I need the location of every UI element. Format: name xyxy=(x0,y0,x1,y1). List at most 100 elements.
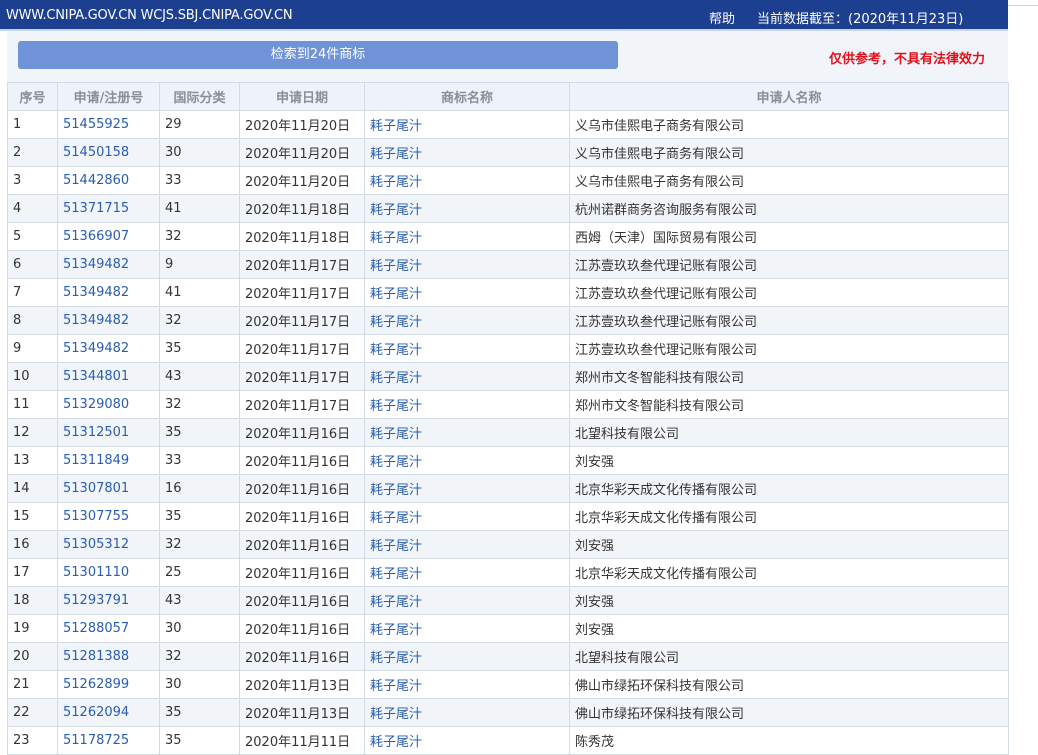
cell-reg-no-link[interactable]: 51305312 xyxy=(57,530,160,559)
cell-reg-no-link[interactable]: 51349482 xyxy=(57,250,160,279)
cell-class: 35 xyxy=(159,698,240,727)
cell-trademark-link[interactable]: 耗子尾汁 xyxy=(364,726,570,755)
cell-reg-no-link[interactable]: 51349482 xyxy=(57,334,160,363)
cell-applicant: 刘安强 xyxy=(569,446,1009,475)
cell-date: 2020年11月16日 xyxy=(239,418,365,447)
cell-applicant: 刘安强 xyxy=(569,530,1009,559)
cell-reg-no-link[interactable]: 51293791 xyxy=(57,586,160,615)
cell-trademark-link[interactable]: 耗子尾汁 xyxy=(364,250,570,279)
cell-trademark-link[interactable]: 耗子尾汁 xyxy=(364,586,570,615)
cell-reg-no-link[interactable]: 51344801 xyxy=(57,362,160,391)
cell-reg-no-link[interactable]: 51442860 xyxy=(57,166,160,195)
cell-date: 2020年11月16日 xyxy=(239,474,365,503)
table-row: 7 51349482 41 2020年11月17日 耗子尾汁 江苏壹玖玖叁代理记账有限公司 xyxy=(7,278,1009,307)
cell-applicant: 杭州诺群商务咨询服务有限公司 xyxy=(569,194,1009,223)
cell-trademark-link[interactable]: 耗子尾汁 xyxy=(364,614,570,643)
cell-reg-no-link[interactable]: 51262094 xyxy=(57,698,160,727)
cell-reg-no-link[interactable]: 51329080 xyxy=(57,390,160,419)
cell-applicant: 义乌市佳熙电子商务有限公司 xyxy=(569,138,1009,167)
cell-trademark-link[interactable]: 耗子尾汁 xyxy=(364,110,570,139)
cell-trademark-link[interactable]: 耗子尾汁 xyxy=(364,670,570,699)
cell-reg-no-link[interactable]: 51178725 xyxy=(57,726,160,755)
cell-trademark-link[interactable]: 耗子尾汁 xyxy=(364,446,570,475)
cell-index: 14 xyxy=(7,474,58,503)
table-row: 10 51344801 43 2020年11月17日 耗子尾汁 郑州市文冬智能科技有限公司 xyxy=(7,362,1009,391)
table-row: 4 51371715 41 2020年11月18日 耗子尾汁 杭州诺群商务咨询服务有限公司 xyxy=(7,194,1009,223)
cell-index: 18 xyxy=(7,586,58,615)
cell-reg-no-link[interactable]: 51349482 xyxy=(57,306,160,335)
cell-applicant: 郑州市文冬智能科技有限公司 xyxy=(569,390,1009,419)
cell-index: 9 xyxy=(7,334,58,363)
cell-applicant: 刘安强 xyxy=(569,614,1009,643)
cell-class: 30 xyxy=(159,670,240,699)
cell-trademark-link[interactable]: 耗子尾汁 xyxy=(364,558,570,587)
cell-reg-no-link[interactable]: 51307755 xyxy=(57,502,160,531)
column-header-class: 国际分类 xyxy=(159,82,240,111)
cell-trademark-link[interactable]: 耗子尾汁 xyxy=(364,698,570,727)
cell-reg-no-link[interactable]: 51311849 xyxy=(57,446,160,475)
cell-trademark-link[interactable]: 耗子尾汁 xyxy=(364,306,570,335)
cell-trademark-link[interactable]: 耗子尾汁 xyxy=(364,222,570,251)
cell-date: 2020年11月16日 xyxy=(239,614,365,643)
cell-applicant: 北京华彩天成文化传播有限公司 xyxy=(569,502,1009,531)
column-header-reg-no: 申请/注册号 xyxy=(57,82,160,111)
cell-date: 2020年11月16日 xyxy=(239,642,365,671)
cell-applicant: 刘安强 xyxy=(569,586,1009,615)
result-count-bar[interactable]: 检索到24件商标 xyxy=(18,41,618,69)
cell-class: 43 xyxy=(159,362,240,391)
help-link[interactable]: 帮助 xyxy=(709,8,735,27)
cell-date: 2020年11月17日 xyxy=(239,390,365,419)
cell-class: 33 xyxy=(159,446,240,475)
cell-reg-no-link[interactable]: 51312501 xyxy=(57,418,160,447)
cell-trademark-link[interactable]: 耗子尾汁 xyxy=(364,278,570,307)
data-as-of-date: 当前数据截至：(2020年11月23日) xyxy=(757,12,964,27)
cell-index: 6 xyxy=(7,250,58,279)
cell-trademark-link[interactable]: 耗子尾汁 xyxy=(364,418,570,447)
cell-trademark-link[interactable]: 耗子尾汁 xyxy=(364,166,570,195)
table-row: 11 51329080 32 2020年11月17日 耗子尾汁 郑州市文冬智能科技有限公司 xyxy=(7,390,1009,419)
cell-date: 2020年11月11日 xyxy=(239,726,365,755)
cell-applicant: 西姆（天津）国际贸易有限公司 xyxy=(569,222,1009,251)
cell-applicant: 佛山市绿拓环保科技有限公司 xyxy=(569,670,1009,699)
cell-reg-no-link[interactable]: 51349482 xyxy=(57,278,160,307)
table-row: 15 51307755 35 2020年11月16日 耗子尾汁 北京华彩天成文化传播有限公… xyxy=(7,502,1009,531)
cell-class: 35 xyxy=(159,726,240,755)
cell-reg-no-link[interactable]: 51450158 xyxy=(57,138,160,167)
table-row: 3 51442860 33 2020年11月20日 耗子尾汁 义乌市佳熙电子商务有限公司 xyxy=(7,166,1009,195)
cell-trademark-link[interactable]: 耗子尾汁 xyxy=(364,390,570,419)
cell-reg-no-link[interactable]: 51262899 xyxy=(57,670,160,699)
table-row: 22 51262094 35 2020年11月13日 耗子尾汁 佛山市绿拓环保科技有限公司 xyxy=(7,698,1009,727)
cell-trademark-link[interactable]: 耗子尾汁 xyxy=(364,194,570,223)
site-urls: WWW.CNIPA.GOV.CN WCJS.SBJ.CNIPA.GOV.CN xyxy=(6,8,293,23)
cell-reg-no-link[interactable]: 51307801 xyxy=(57,474,160,503)
column-header-trademark: 商标名称 xyxy=(364,82,570,111)
cell-trademark-link[interactable]: 耗子尾汁 xyxy=(364,474,570,503)
column-header-index: 序号 xyxy=(7,82,58,111)
cell-reg-no-link[interactable]: 51366907 xyxy=(57,222,160,251)
cell-reg-no-link[interactable]: 51288057 xyxy=(57,614,160,643)
cell-reg-no-link[interactable]: 51455925 xyxy=(57,110,160,139)
cell-index: 20 xyxy=(7,642,58,671)
cell-class: 33 xyxy=(159,166,240,195)
cell-trademark-link[interactable]: 耗子尾汁 xyxy=(364,642,570,671)
cell-index: 3 xyxy=(7,166,58,195)
table-row: 8 51349482 32 2020年11月17日 耗子尾汁 江苏壹玖玖叁代理记账有限公司 xyxy=(7,306,1009,335)
cell-reg-no-link[interactable]: 51371715 xyxy=(57,194,160,223)
cell-trademark-link[interactable]: 耗子尾汁 xyxy=(364,502,570,531)
cell-applicant: 郑州市文冬智能科技有限公司 xyxy=(569,362,1009,391)
cell-applicant: 北京华彩天成文化传播有限公司 xyxy=(569,474,1009,503)
cell-date: 2020年11月13日 xyxy=(239,698,365,727)
cell-reg-no-link[interactable]: 51301110 xyxy=(57,558,160,587)
cell-class: 30 xyxy=(159,138,240,167)
cell-index: 5 xyxy=(7,222,58,251)
cell-reg-no-link[interactable]: 51281388 xyxy=(57,642,160,671)
cell-trademark-link[interactable]: 耗子尾汁 xyxy=(364,334,570,363)
cell-trademark-link[interactable]: 耗子尾汁 xyxy=(364,530,570,559)
cell-trademark-link[interactable]: 耗子尾汁 xyxy=(364,138,570,167)
cell-trademark-link[interactable]: 耗子尾汁 xyxy=(364,362,570,391)
cell-class: 32 xyxy=(159,222,240,251)
cell-date: 2020年11月16日 xyxy=(239,530,365,559)
cell-date: 2020年11月16日 xyxy=(239,586,365,615)
cell-index: 8 xyxy=(7,306,58,335)
cell-index: 23 xyxy=(7,726,58,755)
